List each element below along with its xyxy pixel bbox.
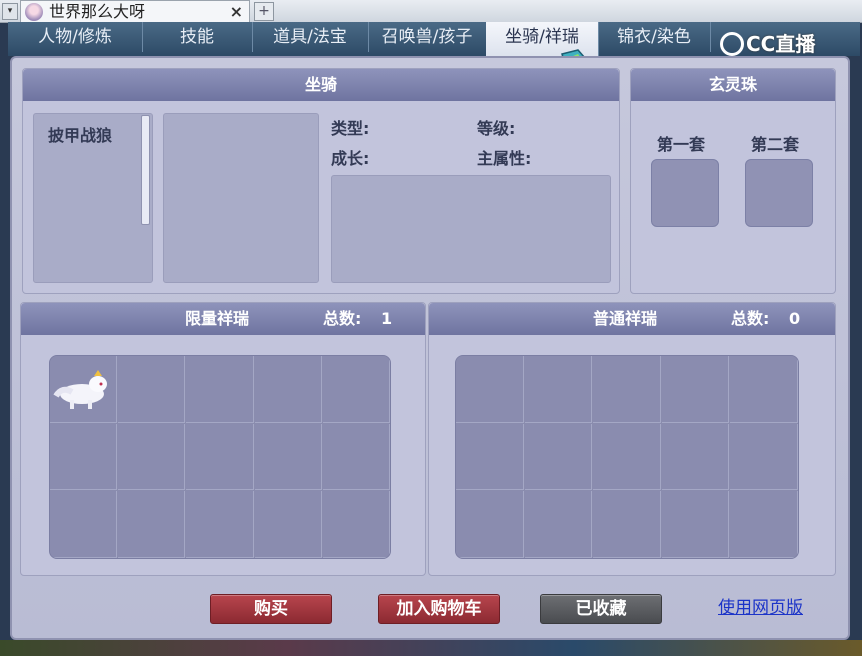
grid-slot[interactable] (456, 356, 524, 423)
grid-slot[interactable] (661, 356, 730, 423)
web-version-link[interactable]: 使用网页版 (718, 594, 803, 622)
type-label: 类型: (331, 119, 370, 138)
grid-slot[interactable] (186, 423, 254, 491)
grid-slot[interactable] (254, 356, 322, 423)
grid-slot[interactable] (254, 491, 322, 558)
normal-title: 普通祥瑞 (593, 309, 658, 328)
normal-total-value: 0 (789, 309, 801, 328)
background-strip (0, 640, 862, 656)
mount-info-box (331, 175, 611, 283)
grid-slot[interactable] (50, 423, 118, 491)
grid-slot[interactable] (456, 491, 524, 558)
add-to-cart-button[interactable]: 加入购物车 (378, 594, 500, 624)
tab-summons[interactable]: 召唤兽/孩子 (368, 22, 487, 52)
limited-grid (49, 355, 391, 559)
mount-preview (163, 113, 319, 283)
tab-skills[interactable]: 技能 (142, 22, 253, 52)
grid-slot[interactable] (661, 423, 730, 491)
grid-slot[interactable] (322, 491, 390, 558)
grid-slot[interactable] (50, 356, 118, 423)
close-tab-icon[interactable]: × (230, 1, 243, 23)
normal-grid (455, 355, 799, 559)
grid-slot[interactable] (593, 423, 661, 491)
browser-tab-title: 世界那么大呀 (49, 2, 146, 21)
normal-panel-head: 普通祥瑞 总数: 0 (429, 303, 835, 335)
grid-slot[interactable] (730, 356, 798, 423)
pearl-slot-1[interactable] (651, 159, 719, 227)
grid-slot[interactable] (456, 423, 524, 491)
normal-total-label: 总数: (731, 309, 770, 328)
pearl-panel-title: 玄灵珠 (631, 69, 835, 101)
grid-slot[interactable] (322, 423, 390, 491)
grid-slot[interactable] (593, 356, 661, 423)
grid-slot[interactable] (254, 423, 322, 491)
white-fox-mount-icon (53, 370, 107, 409)
grid-slot[interactable] (730, 491, 798, 558)
grid-slot[interactable] (661, 491, 730, 558)
grid-slot[interactable] (730, 423, 798, 491)
limited-total-label: 总数: (323, 309, 362, 328)
tab-outfits[interactable]: 锦衣/染色 (598, 22, 711, 52)
set1-label: 第一套 (657, 135, 706, 154)
mount-panel: 坐骑 披甲战狼 类型: 等级: 成长: 主属性: (22, 68, 620, 294)
mount-window: 坐骑 披甲战狼 类型: 等级: 成长: 主属性: 玄灵珠 第一套 第二套 限量祥… (10, 56, 850, 640)
grid-slot[interactable] (50, 491, 118, 558)
grid-slot[interactable] (186, 356, 254, 423)
pearl-slot-2[interactable] (745, 159, 813, 227)
main-attr-label: 主属性: (477, 149, 532, 168)
watermark-text: CC直播 (746, 32, 816, 56)
mount-list[interactable]: 披甲战狼 (33, 113, 153, 283)
avatar (25, 3, 43, 21)
normal-panel: 普通祥瑞 总数: 0 (428, 302, 836, 576)
limited-panel: 限量祥瑞 总数: 1 (20, 302, 426, 576)
list-item[interactable]: 披甲战狼 (48, 122, 112, 146)
mount-list-scrollbar[interactable] (141, 115, 150, 225)
mount-panel-title: 坐骑 (23, 69, 619, 101)
grid-slot[interactable] (118, 423, 186, 491)
buy-button[interactable]: 购买 (210, 594, 332, 624)
grid-slot[interactable] (186, 491, 254, 558)
browser-tab[interactable]: 世界那么大呀 × (20, 0, 250, 23)
grid-slot[interactable] (593, 491, 661, 558)
tab-dropdown-icon[interactable]: ▾ (2, 3, 18, 20)
set2-label: 第二套 (751, 135, 800, 154)
limited-total-value: 1 (381, 309, 393, 328)
level-label: 等级: (477, 119, 516, 138)
collected-button[interactable]: 已收藏 (540, 594, 662, 624)
grid-slot[interactable] (524, 491, 593, 558)
limited-panel-head: 限量祥瑞 总数: 1 (21, 303, 425, 335)
limited-title: 限量祥瑞 (185, 309, 250, 328)
grid-slot[interactable] (322, 356, 390, 423)
grid-slot[interactable] (524, 423, 593, 491)
cc-ring-icon (720, 32, 744, 56)
new-tab-button[interactable]: + (254, 2, 274, 21)
browser-tabbar: ▾ 世界那么大呀 × + (0, 0, 862, 23)
watermark-logo: CC直播 (720, 28, 815, 57)
grid-slot[interactable] (524, 356, 593, 423)
pearl-panel: 玄灵珠 第一套 第二套 (630, 68, 836, 294)
grid-slot[interactable] (118, 491, 186, 558)
tab-items[interactable]: 道具/法宝 (252, 22, 369, 52)
grid-slot[interactable] (118, 356, 186, 423)
tab-character[interactable]: 人物/修炼 (8, 22, 143, 52)
growth-label: 成长: (331, 149, 370, 168)
